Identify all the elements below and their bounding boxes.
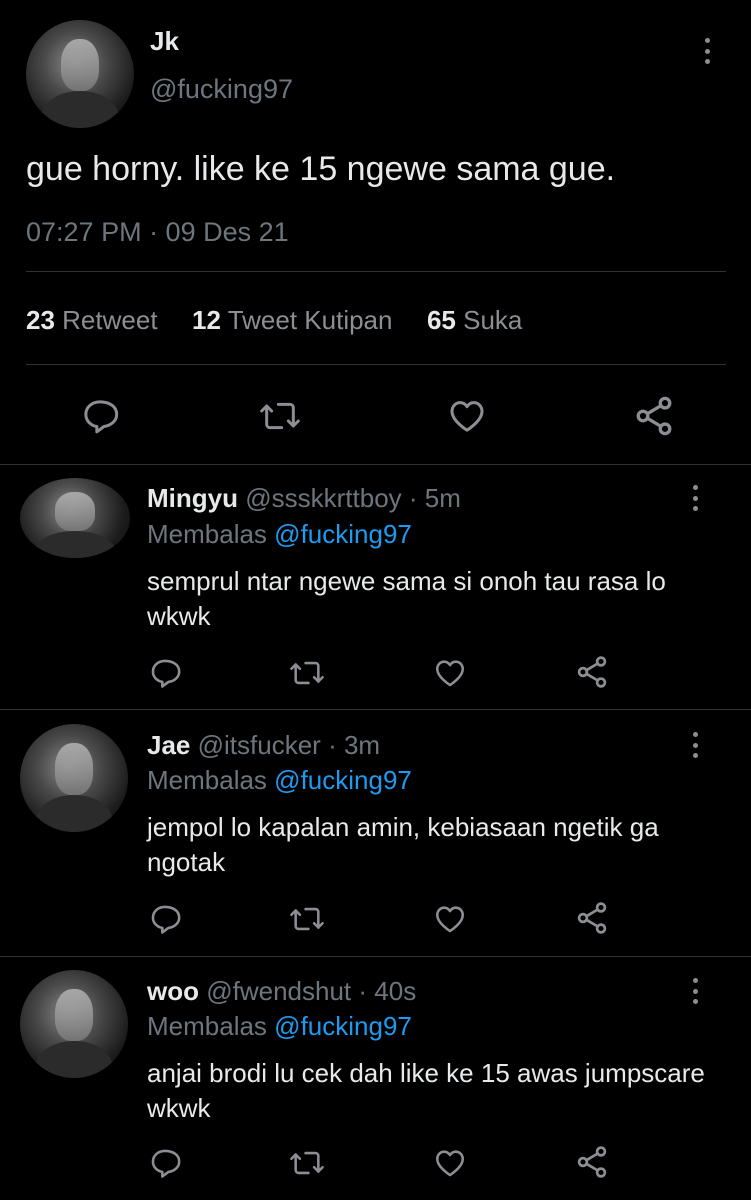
reply-time[interactable]: · 40s [358,976,416,1006]
retweets-count: 23 [26,305,55,335]
divider [26,271,726,272]
quotes-stat[interactable]: 12 Tweet Kutipan [192,305,400,335]
divider [0,709,751,710]
retweet-icon[interactable] [288,1146,326,1180]
share-icon[interactable] [574,900,610,936]
reply-header: woo @fwendshut · 40s [147,976,416,1007]
tweet-text: gue horny. like ke 15 ngewe sama gue. [26,150,616,188]
reply-author-name[interactable]: woo [147,976,199,1006]
more-options-icon[interactable] [703,38,711,64]
reply-author-name[interactable]: Jae [147,730,190,760]
quotes-count: 12 [192,305,221,335]
avatar[interactable] [20,478,130,558]
replying-to-handle[interactable]: @fucking97 [274,1011,412,1041]
reply-header: Jae @itsfucker · 3m [147,730,380,761]
share-icon[interactable] [574,1144,610,1180]
more-options-icon[interactable] [691,732,699,758]
replying-label: Membalas [147,1011,267,1041]
reply-icon[interactable] [148,1146,182,1180]
reply-icon[interactable] [80,396,120,436]
more-options-icon[interactable] [691,978,699,1004]
reply-icon[interactable] [148,656,182,690]
more-options-icon[interactable] [691,485,699,511]
reply-time[interactable]: · 5m [409,483,461,513]
divider [26,364,726,365]
replying-to-handle[interactable]: @fucking97 [274,765,412,795]
reply-text: anjai brodi lu cek dah like ke 15 awas j… [147,1058,705,1123]
retweets-stat[interactable]: 23 Retweet [26,305,165,335]
reply-author-name[interactable]: Mingyu [147,483,238,513]
likes-stat[interactable]: 65 Suka [427,305,522,335]
quotes-label: Tweet Kutipan [227,305,393,335]
likes-count: 65 [426,305,456,335]
replying-to: Membalas @fucking97 [147,519,412,550]
retweet-icon[interactable] [258,396,302,436]
replying-to-handle[interactable]: @fucking97 [274,519,412,549]
replying-to: Membalas @fucking97 [147,765,412,796]
reply-text: semprul ntar ngewe sama si onoh tau rasa… [147,566,666,631]
replying-label: Membalas [147,765,267,795]
like-icon[interactable] [432,902,468,936]
divider [0,956,751,957]
likes-label: Suka [463,305,523,335]
avatar[interactable] [26,20,134,128]
like-icon[interactable] [446,396,488,436]
reply-header: Mingyu @ssskkrttboy · 5m [147,483,461,514]
retweet-icon[interactable] [288,902,326,936]
share-icon[interactable] [632,394,676,438]
like-icon[interactable] [432,1146,468,1180]
avatar[interactable] [20,724,128,832]
like-icon[interactable] [432,656,468,690]
tweet-timestamp[interactable]: 07:27 PM · 09 Des 21 [26,217,289,248]
reply-author-handle[interactable]: @fwendshut [206,976,351,1006]
tweet-stats: 23 Retweet 12 Tweet Kutipan 65 Suka [26,305,522,336]
share-icon[interactable] [574,654,610,690]
divider [0,464,751,465]
author-handle[interactable]: @fucking97 [150,74,293,105]
reply-icon[interactable] [148,902,182,936]
replying-to: Membalas @fucking97 [147,1011,412,1042]
reply-author-handle[interactable]: @itsfucker [198,730,321,760]
reply-author-handle[interactable]: @ssskkrttboy [245,483,401,513]
retweet-icon[interactable] [288,656,326,690]
avatar[interactable] [20,970,128,1078]
author-name[interactable]: Jk [150,26,179,57]
replying-label: Membalas [147,519,267,549]
retweets-label: Retweet [62,305,158,335]
reply-text: jempol lo kapalan amin, kebiasaan ngetik… [147,812,659,877]
reply-time[interactable]: · 3m [328,730,380,760]
